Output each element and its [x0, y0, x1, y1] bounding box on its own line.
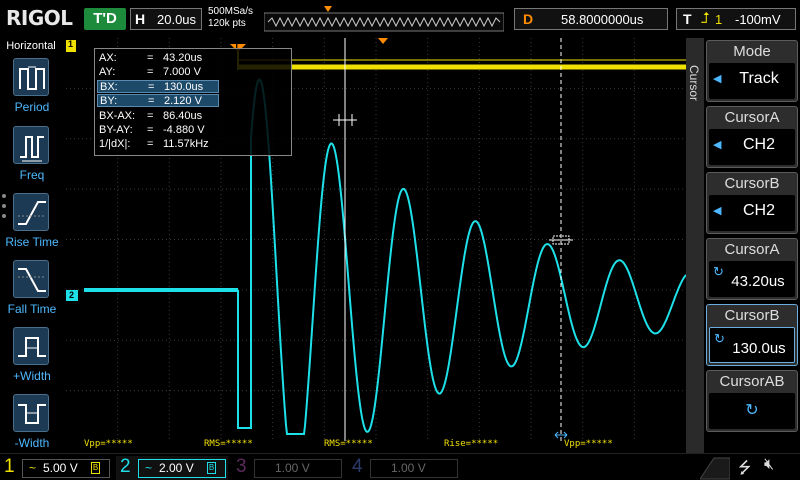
readout-row-ax: AX: = 43.20us	[99, 52, 203, 64]
memory-depth: 120k pts	[208, 18, 246, 29]
channel-3-scale: 1.00 V	[275, 461, 310, 475]
cursor-b-source-title: CursorB	[724, 175, 780, 192]
menu-side-tab: Cursor	[686, 38, 704, 453]
meas-tag-rms-2: RMS=*****	[324, 439, 373, 449]
menu-side-label: Cursor	[687, 64, 702, 102]
cursor-readout-panel: AX: = 43.20us AY: = 7.000 V BX: = 130.0us BY: =…	[94, 48, 292, 156]
meas-tag-rise: Rise=*****	[444, 439, 499, 449]
measure-freq-label: Freq	[19, 168, 45, 182]
measure-period-button[interactable]: Period	[0, 58, 66, 122]
brand-logo: RIGOL	[6, 6, 73, 30]
top-status-bar: RIGOL T'D H 20.0us 500MSa/s 120k pts D 5…	[0, 0, 800, 38]
channel-1-coupling: ~	[29, 461, 37, 475]
cursor-a-position-title: CursorA	[724, 241, 780, 258]
frequency-icon	[13, 126, 49, 164]
readout-row-bx: BX: = 130.0us	[97, 80, 219, 93]
cursor-a-position-button[interactable]: CursorA ↻ 43.20us	[706, 238, 798, 300]
measure-negative-width-label: -Width	[14, 436, 50, 450]
measure-rise-time-button[interactable]: Rise Time	[0, 193, 66, 257]
readout-row-dx: BX-AX: = 86.40us	[99, 110, 203, 122]
ch1-marker-label: 1	[68, 39, 74, 49]
measure-period-label: Period	[14, 100, 50, 114]
cursor-b-position-button[interactable]: CursorB ↻ 130.0us	[706, 304, 798, 366]
measure-positive-width-button[interactable]: +Width	[0, 327, 66, 391]
left-arrow-icon: ◀	[713, 205, 722, 217]
channel-1-scale: 5.00 V	[43, 461, 78, 475]
cursor-a-source-value: CH2	[742, 136, 775, 153]
period-icon	[13, 58, 49, 96]
channel-3-number: 3	[236, 456, 247, 477]
left-arrow-icon: ◀	[713, 73, 722, 85]
measure-menu: Horizontal Period Freq Rise Time Fall Ti…	[0, 38, 66, 453]
rising-edge-icon: ⮥	[701, 10, 710, 27]
cursor-a-source-button[interactable]: CursorA ◀ CH2	[706, 106, 798, 168]
measure-positive-width-label: +Width	[13, 369, 51, 383]
channel-1-number: 1	[4, 456, 15, 477]
readout-row-dy: BY-AY: = -4.880 V	[99, 124, 205, 136]
measure-fall-time-button[interactable]: Fall Time	[0, 260, 66, 324]
meas-tag-rms-1: RMS=*****	[204, 439, 253, 449]
rise-time-icon	[13, 193, 49, 231]
multipurpose-knob-icon: ↻	[745, 402, 759, 419]
fall-time-icon	[13, 260, 49, 298]
bandwidth-limit-icon: B	[91, 462, 100, 474]
measure-rise-time-label: Rise Time	[5, 235, 59, 249]
delay-value: 58.8000000us	[561, 12, 644, 27]
timebase-value: 20.0us	[157, 12, 197, 27]
speaker-muted-icon[interactable]: 🔇︎	[764, 456, 774, 474]
cursor-a-source-title: CursorA	[724, 109, 780, 126]
ch2-marker-label: 2	[69, 290, 75, 300]
cursor-b-position-value: 130.0us	[732, 340, 786, 357]
readout-row-inv-dx: 1/|dX|: = 11.57kHz	[99, 138, 209, 150]
menu-tab-icon[interactable]	[700, 456, 730, 480]
channel-2-tab[interactable]: 2 ~ 2.00 V B	[116, 456, 228, 480]
run-status-badge[interactable]: T'D	[84, 8, 126, 30]
usb-icon: ⭍	[738, 460, 752, 477]
waveform-display[interactable]: 1 2 T AX: = 43.20us AY: = 7.000 V BX: = 130.0u…	[66, 38, 686, 453]
delay-label: D	[523, 11, 534, 27]
meas-tag-vpp-1: Vpp=*****	[84, 439, 133, 449]
channel-3-tab[interactable]: 3 1.00 V	[232, 456, 344, 480]
channel-1-tab[interactable]: 1 ~ 5.00 V B	[0, 456, 112, 480]
cursor-ab-button[interactable]: CursorAB ↻	[706, 370, 798, 432]
delay-box[interactable]: D 58.8000000us	[514, 8, 668, 30]
cursor-mode-value: Track	[739, 70, 779, 87]
memory-overview-strip	[264, 6, 504, 32]
trigger-label: T	[683, 11, 692, 27]
trigger-position-marker	[324, 6, 332, 12]
measure-fall-time-label: Fall Time	[7, 302, 57, 316]
cursor-a-position-value: 43.20us	[731, 273, 785, 290]
cursor-mode-button[interactable]: Mode ◀ Track	[706, 40, 798, 102]
horizontal-label: H	[135, 11, 146, 27]
cursor-ab-title: CursorAB	[719, 373, 785, 390]
trigger-box[interactable]: T ⮥ 1 -100mV	[676, 8, 796, 30]
cursor-b-position-title: CursorB	[724, 307, 780, 324]
left-arrow-icon: ◀	[713, 139, 722, 151]
sample-rate: 500MSa/s	[208, 6, 254, 17]
cursor-menu: Cursor Mode ◀ Track CursorA ◀ CH2 CursorB …	[686, 38, 800, 453]
channel-2-number: 2	[120, 456, 131, 477]
channel-4-scale: 1.00 V	[391, 461, 426, 475]
trigger-level: -100mV	[735, 12, 781, 27]
measure-freq-button[interactable]: Freq	[0, 126, 66, 190]
negative-width-icon	[13, 394, 49, 432]
channel-4-number: 4	[352, 456, 363, 477]
channel-2-coupling: ~	[145, 461, 153, 475]
trigger-source: 1	[715, 12, 723, 27]
bandwidth-limit-icon: B	[207, 462, 216, 474]
cursor-b-source-button[interactable]: CursorB ◀ CH2	[706, 172, 798, 234]
cursor-mode-title: Mode	[733, 43, 771, 60]
positive-width-icon	[13, 327, 49, 365]
acquisition-info: 500MSa/s 120k pts	[208, 6, 253, 30]
readout-row-ay: AY: = 7.000 V	[99, 66, 201, 78]
channel-status-bar: 1 ~ 5.00 V B 2 ~ 2.00 V B 3 1.00 V 4 1.0…	[0, 453, 800, 480]
channel-2-scale: 2.00 V	[159, 461, 194, 475]
timebase-box[interactable]: H 20.0us	[130, 8, 202, 30]
channel-4-tab[interactable]: 4 1.00 V	[348, 456, 460, 480]
measure-category-title: Horizontal	[6, 40, 56, 52]
readout-row-by: BY: = 2.120 V	[97, 94, 219, 107]
meas-tag-vpp-2: Vpp=*****	[564, 439, 613, 449]
measure-negative-width-button[interactable]: -Width	[0, 394, 66, 458]
cursor-b-source-value: CH2	[742, 202, 775, 219]
